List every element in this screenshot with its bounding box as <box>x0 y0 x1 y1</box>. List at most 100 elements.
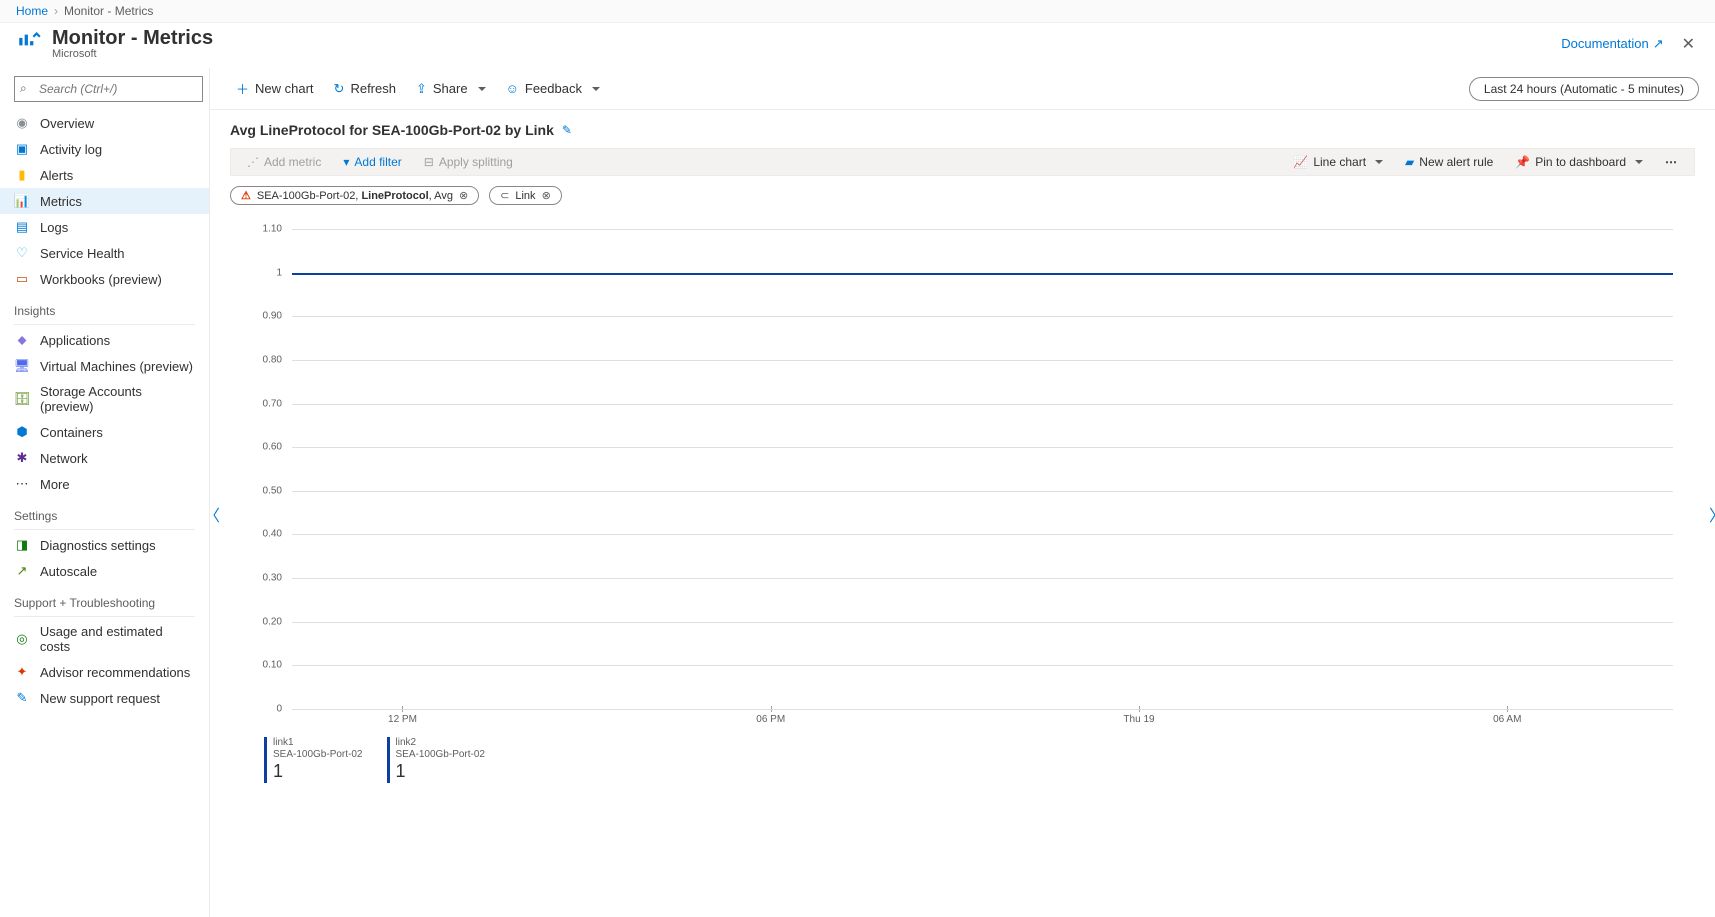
apply-splitting-button[interactable]: ⊟ Apply splitting <box>416 153 521 171</box>
nav-icon: ⬥ <box>14 332 30 348</box>
nav-icon: ✎ <box>14 690 30 706</box>
sidebar-item-diagnostics-settings[interactable]: ◨Diagnostics settings <box>0 532 209 558</box>
add-filter-button[interactable]: ▾ Add filter <box>335 153 409 171</box>
legend-item[interactable]: link2SEA-100Gb-Port-021 <box>387 737 486 783</box>
sidebar-item-label: Alerts <box>40 168 73 183</box>
nav-icon: ⬢ <box>14 424 30 440</box>
sidebar-item-label: Overview <box>40 116 94 131</box>
next-chart-button[interactable]: 〉 <box>1709 502 1715 526</box>
split-icon: ⊂ <box>500 189 509 202</box>
nav-icon: ⋯ <box>14 476 30 492</box>
feedback-button[interactable]: ☺ Feedback <box>496 77 610 100</box>
sidebar-item-label: Virtual Machines (preview) <box>40 359 193 374</box>
nav-icon: 🗄 <box>14 391 30 407</box>
sidebar-item-activity-log[interactable]: ▣Activity log <box>0 136 209 162</box>
grid-line <box>292 360 1673 361</box>
sidebar-item-containers[interactable]: ⬢ Containers <box>0 419 209 445</box>
nav-icon: ◎ <box>14 631 30 647</box>
legend-item[interactable]: link1SEA-100Gb-Port-021 <box>264 737 363 783</box>
nav-icon: ↗ <box>14 563 30 579</box>
y-tick-label: 0.20 <box>263 616 282 627</box>
sidebar-item-usage-and-estimated-costs[interactable]: ◎Usage and estimated costs <box>0 619 209 659</box>
section-insights: Insights <box>0 292 209 322</box>
sidebar-item-more[interactable]: ⋯More <box>0 471 209 497</box>
breadcrumb: Home › Monitor - Metrics <box>0 0 1715 23</box>
sidebar-item-advisor-recommendations[interactable]: ✦Advisor recommendations <box>0 659 209 685</box>
external-link-icon: ↗ <box>1653 36 1664 52</box>
data-line <box>292 273 1673 275</box>
sidebar-item-autoscale[interactable]: ↗ Autoscale <box>0 558 209 584</box>
x-tick-label: 12 PM <box>388 714 417 725</box>
filter-icon: ▾ <box>343 155 349 169</box>
chart-more-button[interactable]: ⋯ <box>1657 153 1686 171</box>
nav-icon: ✦ <box>14 664 30 680</box>
sidebar-item-workbooks-preview-[interactable]: ▭Workbooks (preview) <box>0 266 209 292</box>
sidebar-item-metrics[interactable]: 📊Metrics <box>0 188 209 214</box>
sidebar-item-alerts[interactable]: ▮ Alerts <box>0 162 209 188</box>
sidebar-item-label: Autoscale <box>40 564 97 579</box>
warning-icon: ⚠ <box>241 189 251 202</box>
share-button[interactable]: ⇪ Share <box>406 77 496 101</box>
y-tick-label: 1.10 <box>263 224 282 235</box>
nav-icon: 📊 <box>14 193 30 209</box>
breadcrumb-home[interactable]: Home <box>16 4 48 18</box>
edit-title-button[interactable]: ✎ <box>562 123 572 137</box>
close-button[interactable]: ✕ <box>1678 30 1699 58</box>
nav-icon: ✱ <box>14 450 30 466</box>
nav-icon: ▣ <box>14 141 30 157</box>
nav-icon: ◉ <box>14 115 30 131</box>
y-tick-label: 0.70 <box>263 398 282 409</box>
grid-line <box>292 709 1673 710</box>
remove-split-icon[interactable]: ⊗ <box>542 189 551 202</box>
sidebar-item-virtual-machines-preview-[interactable]: 🖥Virtual Machines (preview) <box>0 353 209 379</box>
sidebar-item-new-support-request[interactable]: ✎New support request <box>0 685 209 711</box>
scatter-icon: ⋰ <box>247 155 259 169</box>
page-title: Monitor - Metrics <box>52 27 213 50</box>
sidebar-item-label: Storage Accounts (preview) <box>40 384 195 414</box>
sidebar-item-label: Applications <box>40 333 110 348</box>
chart-toolbar: ⋰ Add metric ▾ Add filter ⊟ Apply splitt… <box>230 148 1695 176</box>
grid-line <box>292 404 1673 405</box>
search-input[interactable] <box>14 76 203 102</box>
x-tick-label: 06 AM <box>1493 714 1521 725</box>
pin-dashboard-button[interactable]: 📌 Pin to dashboard <box>1507 153 1651 171</box>
search-icon: ⌕ <box>20 81 27 96</box>
sidebar: ⌕ « ◉Overview▣Activity log▮Alerts📊Metric… <box>0 68 210 917</box>
y-tick-label: 0.10 <box>263 660 282 671</box>
sidebar-item-service-health[interactable]: ♡Service Health <box>0 240 209 266</box>
y-tick-label: 0.90 <box>263 311 282 322</box>
remove-metric-icon[interactable]: ⊗ <box>459 189 468 202</box>
y-tick-label: 0 <box>276 704 282 715</box>
sidebar-item-overview[interactable]: ◉ Overview <box>0 110 209 136</box>
chart-legend: link1SEA-100Gb-Port-021 link2SEA-100Gb-Po… <box>264 737 1695 783</box>
grid-line <box>292 316 1673 317</box>
sidebar-item-label: Containers <box>40 425 103 440</box>
grid-line <box>292 534 1673 535</box>
sidebar-item-storage-accounts-preview-[interactable]: 🗄 Storage Accounts (preview) <box>0 379 209 419</box>
new-chart-button[interactable]: ＋ New chart <box>226 75 324 102</box>
grid-line <box>292 665 1673 666</box>
main-content: ＋ New chart ↻ Refresh ⇪ Share ☺ Feedback… <box>210 68 1715 917</box>
chart-title: Avg LineProtocol for SEA-100Gb-Port-02 b… <box>230 122 554 138</box>
sidebar-item-applications[interactable]: ⬥ Applications <box>0 327 209 353</box>
sidebar-item-logs[interactable]: ▤ Logs <box>0 214 209 240</box>
documentation-link[interactable]: Documentation ↗ <box>1561 36 1663 52</box>
chart-plot-area[interactable]: 1.1010.900.800.700.600.500.400.300.200.1… <box>252 229 1673 729</box>
metric-pill[interactable]: ⚠ SEA-100Gb-Port-02, LineProtocol, Avg ⊗ <box>230 186 479 205</box>
nav-icon: ▭ <box>14 271 30 287</box>
chart-type-selector[interactable]: 📈 Line chart <box>1285 153 1391 171</box>
nav-icon: ▮ <box>14 167 30 183</box>
add-metric-button[interactable]: ⋰ Add metric <box>239 153 329 171</box>
nav-icon: ▤ <box>14 219 30 235</box>
sidebar-item-label: Diagnostics settings <box>40 538 156 553</box>
sidebar-item-label: Logs <box>40 220 68 235</box>
split-pill[interactable]: ⊂ Link ⊗ <box>489 186 562 205</box>
time-range-selector[interactable]: Last 24 hours (Automatic - 5 minutes) <box>1469 77 1699 101</box>
grid-line <box>292 447 1673 448</box>
refresh-button[interactable]: ↻ Refresh <box>324 77 406 101</box>
new-alert-button[interactable]: ▰ New alert rule <box>1397 153 1501 171</box>
nav-icon: ♡ <box>14 245 30 261</box>
sidebar-item-network[interactable]: ✱Network <box>0 445 209 471</box>
monitor-icon <box>16 27 42 60</box>
prev-chart-button[interactable]: 〈 <box>210 502 220 526</box>
